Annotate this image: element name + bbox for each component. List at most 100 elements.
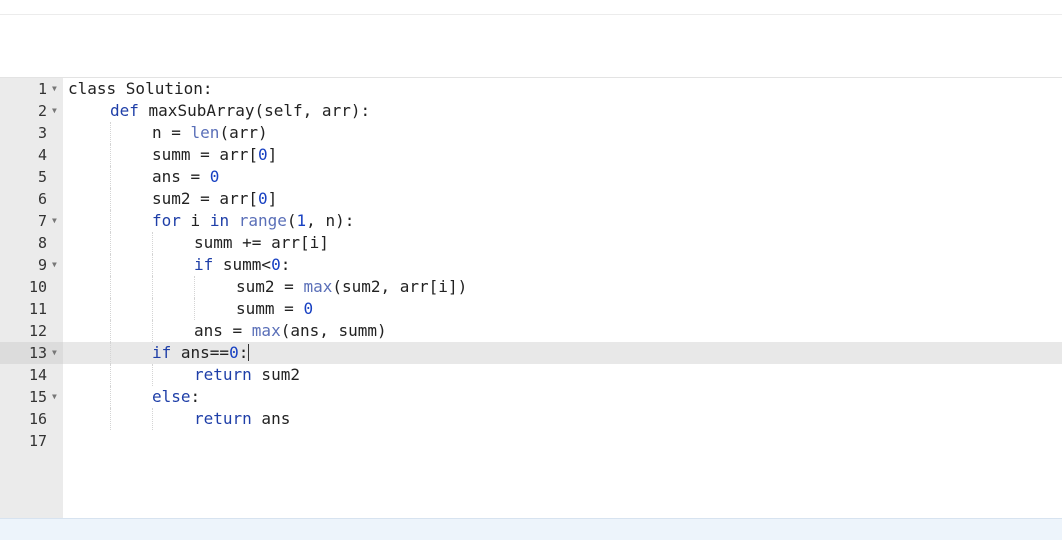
code-text[interactable]: else: — [152, 386, 200, 408]
line-number: 7 — [37, 212, 47, 230]
indent-guide — [110, 254, 111, 276]
fold-arrow-icon[interactable]: ▼ — [52, 342, 57, 364]
code-text[interactable]: class Solution: — [68, 78, 213, 100]
line-number: 6 — [37, 190, 47, 208]
line-number-cell: 16 — [0, 408, 63, 430]
indent-guide — [194, 298, 195, 320]
code-token: max — [251, 321, 281, 340]
code-token: max — [303, 277, 333, 296]
code-token: if — [194, 255, 214, 274]
code-lines[interactable]: 1 ▼ class Solution: 2 ▼ def maxSubArray(self,… — [0, 78, 1062, 452]
code-token: maxSubArray(self, arr): — [138, 101, 371, 120]
code-token: 0 — [257, 145, 268, 164]
code-token: else — [152, 387, 191, 406]
code-token: summ += arr[i] — [194, 233, 329, 252]
code-editor[interactable]: 1 ▼ class Solution: 2 ▼ def maxSubArray(self,… — [0, 77, 1062, 518]
line-number-cell: 6 — [0, 188, 63, 210]
indent-guide — [110, 276, 111, 298]
code-token: summ = — [236, 299, 304, 318]
line-number: 5 — [37, 168, 47, 186]
fold-arrow-icon[interactable]: ▼ — [52, 386, 57, 408]
code-text[interactable]: if ans==0: — [152, 342, 250, 364]
code-text[interactable]: summ = 0 — [236, 298, 313, 320]
line-number: 8 — [37, 234, 47, 252]
code-line[interactable]: 12 ans = max(ans, summ) — [0, 320, 1062, 342]
code-token: i — [180, 211, 210, 230]
code-token: 0 — [229, 343, 239, 362]
indent-guide — [152, 298, 153, 320]
code-line[interactable]: 11 summ = 0 — [0, 298, 1062, 320]
code-token: class Solution: — [68, 79, 213, 98]
line-number-cell: 15 ▼ — [0, 386, 63, 408]
code-token: sum2 = — [236, 277, 304, 296]
code-line[interactable]: 13 ▼ if ans==0: — [0, 342, 1062, 364]
code-line[interactable]: 9 ▼ if summ<0: — [0, 254, 1062, 276]
line-number: 14 — [28, 366, 47, 384]
code-token: (arr) — [219, 123, 268, 142]
line-number-cell: 7 ▼ — [0, 210, 63, 232]
line-number: 13 — [28, 344, 47, 362]
code-text[interactable]: sum2 = max(sum2, arr[i]) — [236, 276, 467, 298]
code-text[interactable]: n = len(arr) — [152, 122, 268, 144]
code-text[interactable]: return ans — [194, 408, 290, 430]
code-token: n = — [152, 123, 191, 142]
code-text[interactable]: for i in range(1, n): — [152, 210, 354, 232]
line-number-cell: 10 — [0, 276, 63, 298]
code-line[interactable]: 2 ▼ def maxSubArray(self, arr): — [0, 100, 1062, 122]
indent-guide — [152, 254, 153, 276]
code-text[interactable]: ans = max(ans, summ) — [194, 320, 387, 342]
indent-guide — [194, 276, 195, 298]
line-number-cell: 3 — [0, 122, 63, 144]
code-line[interactable]: 10 sum2 = max(sum2, arr[i]) — [0, 276, 1062, 298]
indent-guide — [152, 364, 153, 386]
fold-arrow-icon[interactable]: ▼ — [52, 78, 57, 100]
code-line[interactable]: 7 ▼ for i in range(1, n): — [0, 210, 1062, 232]
line-number-cell: 8 — [0, 232, 63, 254]
code-token: (ans, summ) — [280, 321, 387, 340]
indent-guide — [110, 122, 111, 144]
code-text[interactable]: ans = 0 — [152, 166, 219, 188]
code-text[interactable]: summ = arr[0] — [152, 144, 277, 166]
line-number: 17 — [28, 432, 47, 450]
code-text[interactable]: return sum2 — [194, 364, 300, 386]
line-number-cell: 4 — [0, 144, 63, 166]
code-token: 0 — [303, 299, 314, 318]
code-line[interactable]: 5 ans = 0 — [0, 166, 1062, 188]
indent-guide — [110, 210, 111, 232]
indent-guide — [152, 232, 153, 254]
indent-guide — [152, 276, 153, 298]
code-token: 0 — [209, 167, 220, 186]
code-line[interactable]: 14 return sum2 — [0, 364, 1062, 386]
indent-guide — [110, 408, 111, 430]
code-token: 0 — [271, 255, 281, 274]
code-line[interactable]: 3 n = len(arr) — [0, 122, 1062, 144]
indent-guide — [110, 144, 111, 166]
code-line[interactable]: 15 ▼ else: — [0, 386, 1062, 408]
code-line[interactable]: 8 summ += arr[i] — [0, 232, 1062, 254]
code-token: summ = arr[ — [152, 145, 258, 164]
code-token: 1 — [296, 211, 307, 230]
indent-guide — [110, 386, 111, 408]
code-line[interactable]: 17 — [0, 430, 1062, 452]
code-line[interactable]: 6 sum2 = arr[0] — [0, 188, 1062, 210]
code-text[interactable]: def maxSubArray(self, arr): — [110, 100, 370, 122]
code-token: return — [194, 409, 252, 428]
editor-toolbar-area — [0, 15, 1062, 77]
code-token: ( — [286, 211, 297, 230]
fold-arrow-icon[interactable]: ▼ — [52, 100, 57, 122]
code-token: ans = — [194, 321, 252, 340]
fold-arrow-icon[interactable]: ▼ — [52, 254, 57, 276]
line-number: 16 — [28, 410, 47, 428]
code-editor-page: 1 ▼ class Solution: 2 ▼ def maxSubArray(self,… — [0, 0, 1062, 540]
line-number-cell: 9 ▼ — [0, 254, 63, 276]
code-line[interactable]: 1 ▼ class Solution: — [0, 78, 1062, 100]
code-token: ans — [251, 409, 291, 428]
code-token: in — [209, 211, 230, 230]
text-cursor — [248, 344, 250, 361]
code-text[interactable]: summ += arr[i] — [194, 232, 329, 254]
fold-arrow-icon[interactable]: ▼ — [52, 210, 57, 232]
code-line[interactable]: 16 return ans — [0, 408, 1062, 430]
code-text[interactable]: sum2 = arr[0] — [152, 188, 277, 210]
code-text[interactable]: if summ<0: — [194, 254, 290, 276]
code-line[interactable]: 4 summ = arr[0] — [0, 144, 1062, 166]
